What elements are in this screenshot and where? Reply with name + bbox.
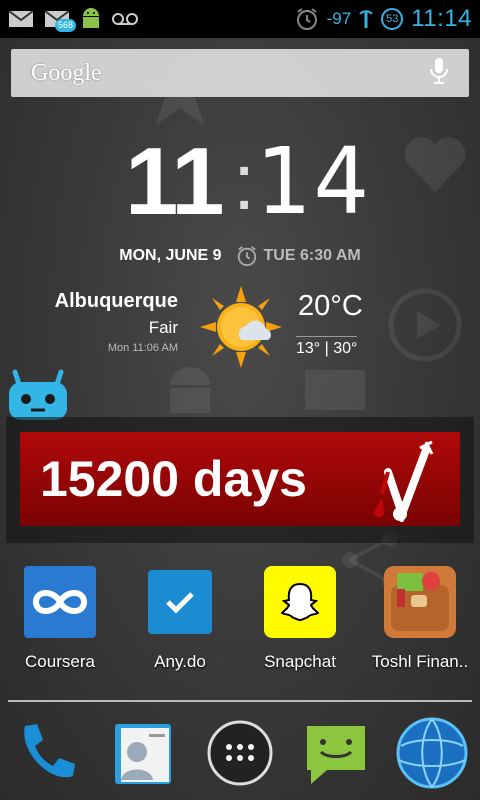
google-logo[interactable]: Google xyxy=(31,60,102,87)
app-anydo[interactable]: Any.do xyxy=(120,566,240,672)
status-bar: 568 -97 53 11:14 xyxy=(0,0,480,38)
clock-hours: 11 xyxy=(125,128,224,235)
wifi-signal-icon xyxy=(359,5,373,33)
clock-widget[interactable]: 11 : 14 xyxy=(0,132,480,232)
weather-widget[interactable]: Albuquerque Fair Mon 11:06 AM 20°C 13° |… xyxy=(0,286,480,368)
weather-temperature: 20°C xyxy=(298,290,363,322)
android-icon xyxy=(80,5,102,33)
coursera-icon xyxy=(24,566,96,638)
app-label: Toshl Finan.. xyxy=(371,652,469,671)
contacts-icon[interactable] xyxy=(104,715,180,791)
anydo-icon xyxy=(148,570,212,634)
days-counter-widget[interactable]: 15200 days xyxy=(20,432,460,526)
status-time: 11:14 xyxy=(411,5,472,32)
next-alarm[interactable]: TUE 6:30 AM xyxy=(236,245,361,267)
messaging-icon[interactable] xyxy=(298,715,374,791)
alarm-icon xyxy=(295,5,319,33)
voicemail-icon xyxy=(112,5,138,33)
days-count: 15200 days xyxy=(40,451,307,507)
weather-updated: Mon 11:06 AM xyxy=(107,342,178,354)
battery-percent: 53 xyxy=(381,8,404,30)
app-row: Coursera Any.do Snapchat Toshl Finan.. xyxy=(0,566,480,676)
alarm-clock-icon xyxy=(237,246,256,267)
phone-icon[interactable] xyxy=(8,715,84,791)
app-label: Coursera xyxy=(25,652,95,671)
dock xyxy=(0,715,480,795)
date-row: MON, JUNE 9 TUE 6:30 AM xyxy=(0,245,480,267)
app-snapchat[interactable]: Snapchat xyxy=(240,566,360,672)
app-label: Any.do xyxy=(154,652,206,671)
weather-condition: Fair xyxy=(148,318,178,337)
mic-icon[interactable] xyxy=(429,57,449,90)
clock-minutes: 14 xyxy=(256,128,372,235)
weather-city: Albuquerque xyxy=(54,290,178,312)
alarm-text: TUE 6:30 AM xyxy=(263,247,361,264)
app-label: Snapchat xyxy=(264,652,336,671)
clock-colon: : xyxy=(233,137,256,226)
snapchat-icon xyxy=(264,566,336,638)
app-drawer-icon[interactable] xyxy=(202,715,278,791)
app-coursera[interactable]: Coursera xyxy=(0,566,120,672)
wallpaper xyxy=(0,0,480,800)
days-logo-icon xyxy=(374,438,444,527)
sun-cloud-icon xyxy=(198,284,284,375)
signal-strength-text: -97 xyxy=(326,9,352,28)
mail-icon xyxy=(305,370,365,410)
gmail-badge: 568 xyxy=(54,19,76,32)
google-search-bar[interactable]: Google xyxy=(11,49,469,97)
date-text: MON, JUNE 9 xyxy=(119,247,222,264)
gmail-icon xyxy=(8,5,34,33)
weather-range: 13° | 30° xyxy=(296,336,358,358)
dock-divider xyxy=(8,700,472,702)
app-toshl[interactable]: Toshl Finan.. xyxy=(360,566,480,672)
toshl-icon xyxy=(384,566,456,638)
browser-globe-icon[interactable] xyxy=(394,715,470,791)
gmail-icon: 568 xyxy=(44,5,76,33)
